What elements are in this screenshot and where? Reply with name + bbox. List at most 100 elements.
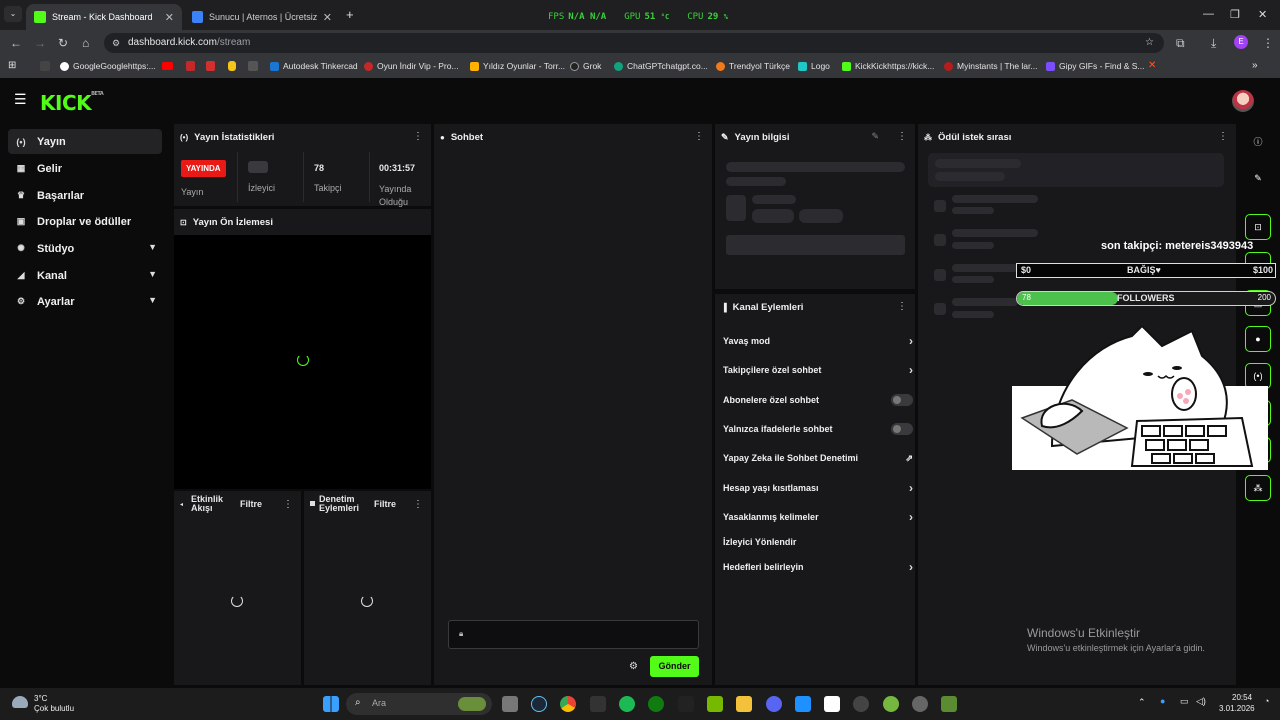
tab-kick-dashboard[interactable]: Stream - Kick Dashboard ✕ — [26, 4, 182, 30]
emotes-only-toggle[interactable] — [891, 423, 913, 435]
more-bookmarks-icon[interactable]: » — [1252, 60, 1258, 71]
bookmark-x-icon[interactable]: ✕ — [1148, 60, 1156, 71]
profile-avatar[interactable]: E — [1234, 35, 1248, 49]
rewards-toggle-icon[interactable]: ⁂ — [1245, 475, 1271, 501]
bookmark-tinkercad[interactable]: Autodesk Tinkercad — [270, 61, 358, 71]
obs-icon[interactable] — [853, 696, 869, 712]
tray-chevron-icon[interactable]: ⌃ — [1138, 697, 1146, 708]
extensions-icon[interactable]: ⧉ — [1176, 36, 1185, 50]
notification-bell-icon[interactable]: ◔ — [1264, 696, 1269, 706]
subscribers-only-toggle[interactable] — [891, 394, 913, 406]
sidebar-item-basarilar[interactable]: ♛ Başarılar — [8, 183, 162, 208]
user-avatar[interactable] — [1232, 90, 1254, 112]
new-tab-button[interactable]: + — [346, 7, 354, 22]
app-icon[interactable] — [678, 696, 694, 712]
reload-icon[interactable]: ↻ — [58, 36, 68, 50]
bookmark-oyun-indir[interactable]: Oyun İndir Vip - Pro... — [364, 61, 459, 71]
bookmark-red-icon[interactable] — [186, 61, 195, 71]
info-icon[interactable]: ⓘ — [1245, 128, 1271, 154]
taskbar-search[interactable]: ⌕ Ara — [346, 693, 492, 715]
more-options-icon[interactable]: ⋮ — [897, 131, 907, 142]
tray-volume-icon[interactable]: ◁) — [1196, 696, 1206, 707]
tray-mic-icon[interactable]: ● — [1160, 696, 1165, 706]
preview-toggle-icon[interactable]: ⊡ — [1245, 214, 1271, 240]
close-tab-icon[interactable]: ✕ — [165, 11, 174, 24]
browser-menu-icon[interactable]: ⋮ — [1262, 36, 1274, 50]
capcut-icon[interactable] — [824, 696, 840, 712]
bookmark-logo[interactable]: Logo — [798, 61, 830, 71]
bookmark-icon[interactable] — [40, 61, 50, 71]
sidebar-item-kanal[interactable]: ◢ Kanal ▼ — [8, 263, 162, 288]
action-set-goals[interactable]: Hedefleri belirleyin › — [723, 560, 913, 574]
minecraft-icon[interactable] — [941, 696, 957, 712]
address-bar[interactable]: ⚙ dashboard.kick.com/stream ☆ — [104, 33, 1164, 53]
youtube-icon[interactable] — [162, 62, 173, 70]
back-icon[interactable]: ← — [10, 36, 22, 50]
bookmark-red2-icon[interactable] — [206, 61, 215, 71]
tab-list-button[interactable]: ⌄ — [4, 6, 22, 22]
activity-filter-button[interactable]: Filtre — [240, 499, 262, 509]
send-button[interactable]: Gönder — [650, 656, 699, 677]
clock-time[interactable]: 20:54 — [1232, 693, 1252, 702]
epic-games-icon[interactable] — [590, 696, 606, 712]
apps-grid-icon[interactable]: ⊞ — [8, 60, 16, 71]
site-info-icon[interactable]: ⚙ — [112, 33, 120, 53]
close-window-icon[interactable]: ✕ — [1258, 8, 1267, 21]
kick-logo[interactable]: KICKBETA — [40, 91, 104, 115]
more-options-icon[interactable]: ⋮ — [897, 301, 907, 312]
task-view-icon[interactable] — [502, 696, 518, 712]
chat-input[interactable]: 🔒︎ — [448, 620, 699, 649]
bookmark-trendyol[interactable]: Trendyol Türkçe — [716, 61, 790, 71]
store-icon[interactable] — [795, 696, 811, 712]
chat-settings-icon[interactable]: ⚙ — [629, 661, 638, 672]
hamburger-menu-icon[interactable]: ☰ — [14, 91, 27, 108]
bookmark-yildiz-oyunlar[interactable]: Yıldız Oyunlar - Torr... — [470, 61, 565, 71]
chrome-icon[interactable] — [560, 696, 576, 712]
tray-network-icon[interactable]: ▭ — [1180, 696, 1189, 707]
downloads-icon[interactable]: ⤓ — [1211, 36, 1216, 50]
action-banned-words[interactable]: Yasaklanmış kelimeler › — [723, 510, 913, 524]
edit-icon[interactable]: ✎ — [1245, 165, 1271, 191]
nvidia-icon[interactable] — [707, 696, 723, 712]
action-host-viewers[interactable]: İzleyici Yönlendir — [723, 537, 913, 547]
discord-icon[interactable] — [766, 696, 782, 712]
more-options-icon[interactable]: ⋮ — [413, 131, 423, 142]
sidebar-item-ayarlar[interactable]: ⚙ Ayarlar ▼ — [8, 289, 162, 314]
chatgpt-app-icon[interactable] — [912, 696, 928, 712]
edit-pencil-icon[interactable]: ✎ — [871, 131, 879, 142]
tab-aternos[interactable]: Sunucu | Aternos | Ücretsiz Min ✕ — [184, 4, 340, 30]
sidebar-item-droplar[interactable]: ▣ Droplar ve ödüller — [8, 209, 162, 234]
bookmark-myinstants[interactable]: Myinstants | The lar... — [944, 61, 1037, 71]
bookmark-grok[interactable]: Grok — [570, 61, 601, 71]
bookmark-yellow-icon[interactable] — [228, 61, 236, 71]
xbox-icon[interactable] — [648, 696, 664, 712]
steam-icon[interactable] — [531, 696, 547, 712]
bookmark-dark-icon[interactable] — [248, 61, 258, 71]
windows-start-icon[interactable] — [323, 696, 339, 712]
bookmark-google[interactable]: GoogleGooglehttps:... — [60, 61, 156, 71]
weather-icon[interactable] — [12, 696, 28, 708]
more-options-icon[interactable]: ⋮ — [1218, 131, 1228, 142]
bookmark-star-icon[interactable]: ☆ — [1145, 33, 1154, 53]
file-explorer-icon[interactable] — [736, 696, 752, 712]
clock-date[interactable]: 3.01.2026 — [1219, 704, 1255, 713]
spotify-icon[interactable] — [619, 696, 635, 712]
sidebar-item-studyo[interactable]: ✺ Stüdyo ▼ — [8, 236, 162, 261]
bookmark-chatgpt[interactable]: ChatGPTchatgpt.co... — [614, 61, 708, 71]
forward-icon[interactable]: → — [34, 36, 46, 50]
action-ai-moderation[interactable]: Yapay Zeka ile Sohbet Denetimi ⇗ — [723, 453, 913, 463]
action-account-age[interactable]: Hesap yaşı kısıtlaması › — [723, 481, 913, 495]
more-options-icon[interactable]: ⋮ — [694, 131, 704, 142]
action-slow-mode[interactable]: Yavaş mod › — [723, 334, 913, 348]
sidebar-item-gelir[interactable]: ▦ Gelir — [8, 156, 162, 181]
bookmark-gipy[interactable]: Gipy GIFs - Find & S... — [1046, 61, 1145, 71]
action-followers-only[interactable]: Takipçilere özel sohbet › — [723, 363, 913, 377]
minimize-icon[interactable]: — — [1203, 8, 1214, 20]
sidebar-item-yayin[interactable]: (•) Yayın — [8, 129, 162, 154]
more-options-icon[interactable]: ⋮ — [413, 499, 423, 510]
utorrent-icon[interactable] — [883, 696, 899, 712]
more-options-icon[interactable]: ⋮ — [283, 499, 293, 510]
close-tab-icon[interactable]: ✕ — [323, 11, 332, 24]
bookmark-kick[interactable]: KickKickhttps://kick... — [842, 61, 934, 71]
restore-icon[interactable]: ❐ — [1230, 8, 1240, 21]
